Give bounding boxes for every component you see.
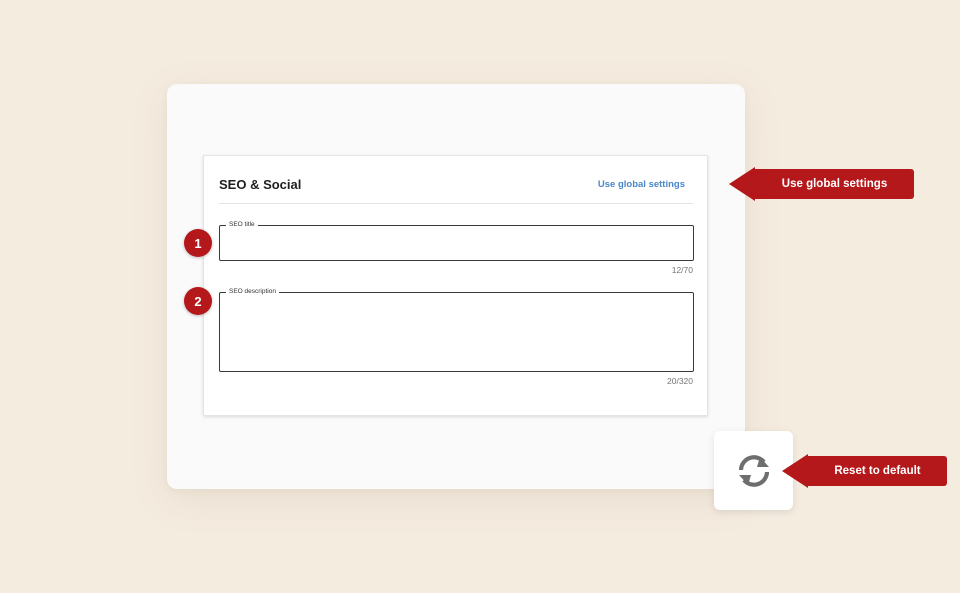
callout-label: Use global settings <box>755 169 914 199</box>
callout-arrow-icon <box>782 454 808 488</box>
seo-description-label: SEO description <box>226 287 279 297</box>
seo-title-counter: 12/70 <box>671 265 693 275</box>
step-badge-1: 1 <box>184 229 212 257</box>
seo-description-counter: 20/320 <box>667 376 693 386</box>
seo-description-field[interactable]: SEO description <box>219 287 694 372</box>
use-global-settings-link[interactable]: Use global settings <box>598 179 685 190</box>
step-badge-2: 2 <box>184 287 212 315</box>
reset-to-default-callout: Reset to default <box>782 454 947 488</box>
refresh-icon <box>738 454 769 487</box>
panel-title: SEO & Social <box>219 177 302 192</box>
seo-social-panel: SEO & Social Use global settings SEO tit… <box>203 155 708 416</box>
use-global-settings-callout: Use global settings <box>729 167 914 201</box>
callout-label: Reset to default <box>808 456 947 486</box>
callout-arrow-icon <box>729 167 755 201</box>
seo-title-field[interactable]: SEO title <box>219 220 694 261</box>
panel-divider <box>219 203 693 204</box>
seo-title-label: SEO title <box>226 220 258 230</box>
